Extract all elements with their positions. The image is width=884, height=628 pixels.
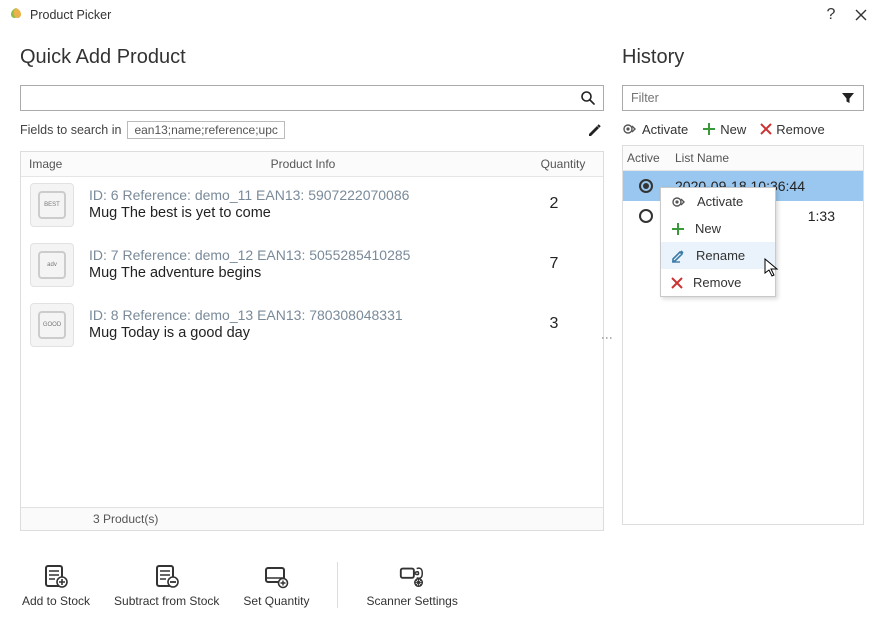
drag-handle-icon[interactable]: ⋮ xyxy=(600,332,614,344)
product-meta: ID: 6 Reference: demo_11 EAN13: 59072220… xyxy=(89,187,517,203)
table-row[interactable]: adv ID: 7 Reference: demo_12 EAN13: 5055… xyxy=(21,237,603,297)
set-quantity-button[interactable]: Set Quantity xyxy=(243,562,309,608)
ctx-rename[interactable]: Rename xyxy=(661,242,775,269)
pencil-icon xyxy=(671,248,686,263)
col-qty: Quantity xyxy=(523,152,603,176)
col-active: Active xyxy=(623,146,669,170)
quick-add-panel: Quick Add Product Fields to search in ea… xyxy=(20,40,604,550)
products-table: Image Product Info Quantity BEST ID: 6 R… xyxy=(20,151,604,531)
edit-fields-button[interactable] xyxy=(586,121,604,139)
scanner-settings-button[interactable]: Scanner Settings xyxy=(366,562,457,608)
table-row[interactable]: BEST ID: 6 Reference: demo_11 EAN13: 590… xyxy=(21,177,603,237)
ctx-new[interactable]: New xyxy=(661,215,775,242)
subtract-from-stock-button[interactable]: Subtract from Stock xyxy=(114,562,219,608)
history-heading: History xyxy=(622,46,864,69)
filter-icon[interactable] xyxy=(839,89,857,107)
product-thumb: BEST xyxy=(30,183,74,227)
product-thumb: adv xyxy=(30,243,74,287)
search-input[interactable] xyxy=(27,90,579,107)
product-thumb: GOOD xyxy=(30,303,74,347)
remove-button[interactable]: Remove xyxy=(760,122,824,137)
subtract-stock-icon xyxy=(153,562,181,590)
set-qty-icon xyxy=(262,562,290,590)
active-radio[interactable] xyxy=(639,179,653,193)
activate-button[interactable]: Activate xyxy=(622,121,688,137)
product-name: Mug The best is yet to come xyxy=(89,205,517,221)
product-meta: ID: 7 Reference: demo_12 EAN13: 50552854… xyxy=(89,247,517,263)
window-title: Product Picker xyxy=(30,8,816,22)
title-bar: Product Picker ? xyxy=(0,0,884,30)
product-name: Mug Today is a good day xyxy=(89,325,517,341)
filter-input[interactable] xyxy=(629,90,839,106)
quick-add-heading: Quick Add Product xyxy=(20,46,604,69)
search-box[interactable] xyxy=(20,85,604,111)
table-row[interactable]: GOOD ID: 8 Reference: demo_13 EAN13: 780… xyxy=(21,297,603,357)
product-name: Mug The adventure begins xyxy=(89,265,517,281)
fields-value: ean13;name;reference;upc xyxy=(127,121,284,139)
col-info: Product Info xyxy=(83,152,523,176)
ctx-activate[interactable]: Activate xyxy=(661,188,775,215)
product-meta: ID: 8 Reference: demo_13 EAN13: 78030804… xyxy=(89,307,517,323)
summary-text: 3 Product(s) xyxy=(83,508,168,530)
col-image: Image xyxy=(21,152,83,176)
x-icon xyxy=(671,277,683,289)
product-qty: 2 xyxy=(523,195,603,213)
history-filter[interactable] xyxy=(622,85,864,111)
scanner-icon xyxy=(398,562,426,590)
ctx-remove[interactable]: Remove xyxy=(661,269,775,296)
active-radio[interactable] xyxy=(639,209,653,223)
col-list-name: List Name xyxy=(669,146,863,170)
search-icon[interactable] xyxy=(579,89,597,107)
bottom-toolbar: Add to Stock Subtract from Stock Set Qua… xyxy=(0,550,884,620)
add-stock-icon xyxy=(42,562,70,590)
product-qty: 3 xyxy=(523,315,603,333)
new-button[interactable]: New xyxy=(702,122,746,137)
activate-icon xyxy=(671,194,687,210)
divider xyxy=(337,562,338,608)
app-icon xyxy=(8,7,24,23)
close-button[interactable] xyxy=(846,0,876,30)
help-button[interactable]: ? xyxy=(816,0,846,30)
product-qty: 7 xyxy=(523,255,603,273)
plus-icon xyxy=(671,222,685,236)
context-menu: Activate New Rename Remove xyxy=(660,187,776,297)
add-to-stock-button[interactable]: Add to Stock xyxy=(22,562,90,608)
fields-label: Fields to search in xyxy=(20,123,121,137)
